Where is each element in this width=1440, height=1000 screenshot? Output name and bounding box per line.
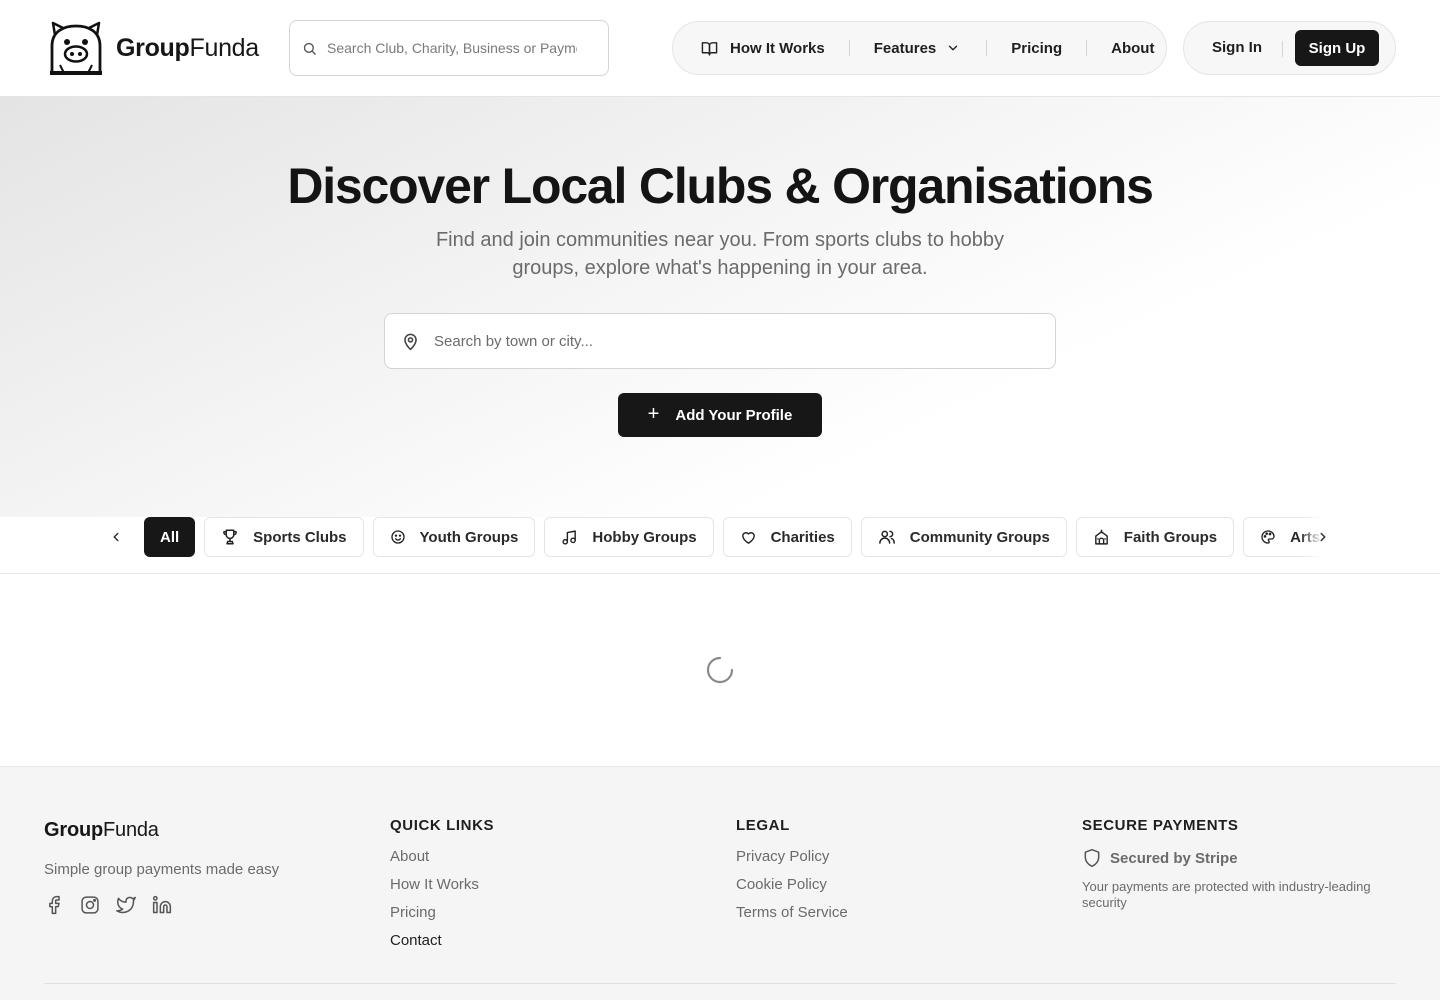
instagram-icon[interactable] <box>80 895 100 915</box>
footer-brand-light: Funda <box>103 819 159 841</box>
category-chip-label: Charities <box>770 528 835 546</box>
chevron-left-icon <box>113 532 119 542</box>
footer-link-about[interactable]: About <box>390 848 494 876</box>
footer-payments: SECURE PAYMENTS Secured by Stripe Your p… <box>1082 817 1382 911</box>
chevron-down-icon <box>949 45 958 51</box>
footer-heading: QUICK LINKS <box>390 817 495 834</box>
category-chip-label: All <box>160 528 180 546</box>
trophy-icon <box>223 529 238 545</box>
header-search-input[interactable] <box>327 40 577 56</box>
loading-spinner-icon <box>706 656 734 684</box>
nav-features-label: Features <box>873 39 937 57</box>
linkedin-icon[interactable] <box>152 895 172 915</box>
piggy-logo-icon <box>50 21 102 75</box>
location-search-input[interactable] <box>434 332 1034 350</box>
map-pin-icon <box>404 333 417 350</box>
footer-link-pricing[interactable]: Pricing <box>390 904 494 932</box>
footer-link-contact[interactable]: Contact <box>390 932 494 960</box>
category-chip-hobby-groups[interactable]: Hobby Groups <box>544 517 714 557</box>
search-icon <box>303 42 316 55</box>
payments-note: Your payments are protected with industr… <box>1082 879 1371 910</box>
category-chip-charities[interactable]: Charities <box>722 517 852 557</box>
hero-subtitle: Find and join communities near you. From… <box>435 229 1005 279</box>
footer-brand: GroupFunda <box>44 819 159 842</box>
sign-in-button[interactable]: Sign In <box>1212 39 1262 56</box>
category-chip-community-groups[interactable]: Community Groups <box>860 517 1067 557</box>
category-scroller: All Sports Clubs Youth Groups Hobby Grou… <box>144 517 1338 558</box>
footer-legal: LEGAL Privacy Policy Cookie Policy Terms… <box>736 817 848 932</box>
hero-title: Discover Local Clubs & Organisations <box>287 158 1154 214</box>
smile-icon <box>390 530 405 544</box>
category-chip-sports-clubs[interactable]: Sports Clubs <box>204 517 364 557</box>
category-chip-label: Community Groups <box>909 528 1050 546</box>
category-chip-label: Faith Groups <box>1123 528 1218 546</box>
heart-icon <box>741 531 755 544</box>
footer-heading: LEGAL <box>736 817 790 834</box>
footer-link-cookies[interactable]: Cookie Policy <box>736 876 848 904</box>
nav-about[interactable]: About <box>1111 40 1154 57</box>
footer-link-privacy[interactable]: Privacy Policy <box>736 848 848 876</box>
nav-divider <box>848 40 850 56</box>
category-chip-label: Hobby Groups <box>592 528 697 546</box>
facebook-icon[interactable] <box>44 895 64 915</box>
category-chip-label: Youth Groups <box>419 528 519 546</box>
footer-tagline: Simple group payments made easy <box>44 861 280 878</box>
category-chip-faith-groups[interactable]: Faith Groups <box>1075 517 1235 557</box>
category-chip-label: Sports Clubs <box>253 528 347 546</box>
scroll-right-button[interactable] <box>1311 527 1335 547</box>
nav-pricing[interactable]: Pricing <box>1011 40 1062 57</box>
brand-name-light: Funda <box>189 33 260 62</box>
category-chip-youth-groups[interactable]: Youth Groups <box>372 517 536 557</box>
main-nav: How It Works Features Pricing About <box>672 21 1167 75</box>
twitter-icon[interactable] <box>116 895 136 915</box>
nav-pricing-label: Pricing <box>1011 39 1063 57</box>
palette-icon <box>1261 530 1275 544</box>
hero-section: Discover Local Clubs & Organisations Fin… <box>0 97 1440 517</box>
add-profile-label: Add Your Profile <box>675 406 793 424</box>
footer-divider <box>44 983 1396 984</box>
brand-name-bold: Group <box>116 33 190 62</box>
brand-name: GroupFunda <box>116 34 259 63</box>
scroll-left-button[interactable] <box>104 527 128 547</box>
category-track: All Sports Clubs Youth Groups Hobby Grou… <box>144 517 1338 557</box>
footer-link-how-it-works[interactable]: How It Works <box>390 876 494 904</box>
auth-divider <box>1282 41 1283 57</box>
footer-link-terms[interactable]: Terms of Service <box>736 904 848 932</box>
stripe-badge-label: Secured by Stripe <box>1110 849 1238 867</box>
category-filter-bar: All Sports Clubs Youth Groups Hobby Grou… <box>0 517 1440 574</box>
nav-divider <box>986 40 988 56</box>
social-links <box>44 895 172 915</box>
church-icon <box>1094 529 1108 545</box>
location-search[interactable] <box>384 313 1056 369</box>
footer-heading: SECURE PAYMENTS <box>1082 817 1239 834</box>
category-chip-all[interactable]: All <box>144 517 196 557</box>
shield-icon <box>1084 848 1100 868</box>
stripe-badge: Secured by Stripe <box>1082 848 1382 868</box>
nav-how-it-works[interactable]: How It Works <box>701 40 825 57</box>
footer-quick-links: QUICK LINKS About How It Works Pricing C… <box>390 817 494 960</box>
footer-brand-bold: Group <box>44 819 103 841</box>
sign-up-button[interactable]: Sign Up <box>1295 30 1379 66</box>
nav-features[interactable]: Features <box>874 40 961 57</box>
logo[interactable]: GroupFunda <box>48 20 259 76</box>
chevron-right-icon <box>1320 532 1326 542</box>
nav-how-it-works-label: How It Works <box>730 39 825 57</box>
plus-icon: + <box>647 402 660 425</box>
nav-divider <box>1086 40 1088 56</box>
users-icon <box>878 530 895 544</box>
nav-about-label: About <box>1111 39 1155 57</box>
header-search[interactable] <box>289 20 609 76</box>
auth-group: Sign In Sign Up <box>1183 21 1396 75</box>
book-open-icon <box>701 41 718 56</box>
music-note-icon <box>562 529 577 545</box>
site-footer: GroupFunda Simple group payments made ea… <box>0 766 1440 1000</box>
site-header: GroupFunda How It Works Features Pricing… <box>0 0 1440 97</box>
add-profile-button[interactable]: + Add Your Profile <box>618 393 822 437</box>
